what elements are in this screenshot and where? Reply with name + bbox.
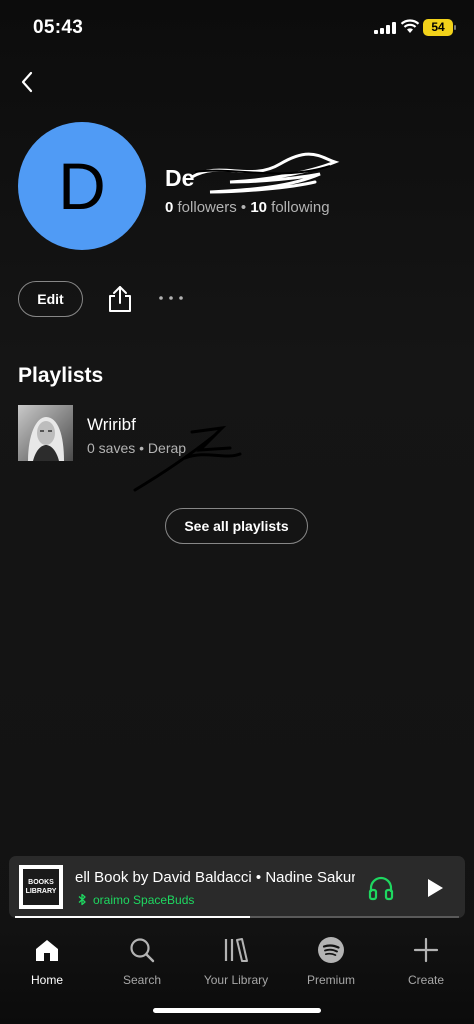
spotify-icon	[318, 937, 344, 963]
following-count: 10	[250, 199, 267, 216]
redaction-scribble	[190, 152, 340, 194]
search-icon	[130, 938, 155, 963]
headphones-icon[interactable]	[367, 875, 395, 901]
home-icon	[36, 940, 58, 961]
nav-library[interactable]: Your Library	[189, 934, 283, 987]
plus-icon	[413, 937, 439, 963]
playlist-name: Wriribf	[87, 415, 136, 434]
nav-create-label: Create	[407, 973, 445, 987]
playback-progress-fill	[15, 916, 251, 918]
status-time: 05:43	[33, 17, 84, 38]
follow-stats[interactable]: 0 followers • 10 following	[165, 199, 330, 216]
mini-player[interactable]: BOOKS LIBRARY ell Book by David Baldacci…	[9, 856, 465, 918]
now-playing-title: ell Book by David Baldacci • Nadine Saku…	[75, 869, 355, 886]
status-bar: 05:43 54	[0, 0, 474, 56]
cover-text: BOOKS LIBRARY	[23, 869, 59, 905]
nav-library-label: Your Library	[203, 973, 269, 987]
nav-premium[interactable]: Premium	[284, 934, 378, 987]
battery-level: 54	[431, 20, 445, 34]
avatar[interactable]: D	[18, 122, 146, 250]
nav-home-label: Home	[30, 973, 63, 987]
bluetooth-icon	[78, 893, 86, 906]
followers-count: 0	[165, 199, 174, 216]
more-options-icon[interactable]	[158, 288, 184, 308]
avatar-letter: D	[58, 149, 106, 223]
nav-home[interactable]: Home	[0, 934, 94, 987]
nav-search[interactable]: Search	[95, 934, 189, 987]
edit-profile-button[interactable]: Edit	[18, 281, 83, 317]
connected-device: oraimo SpaceBuds	[93, 893, 195, 907]
back-button[interactable]	[16, 68, 40, 96]
home-indicator	[153, 1008, 321, 1013]
battery-indicator: 54	[423, 19, 456, 36]
share-icon[interactable]	[106, 284, 134, 314]
nav-create[interactable]: Create	[379, 934, 473, 987]
wifi-icon	[400, 19, 420, 33]
see-all-playlists-button[interactable]: See all playlists	[165, 508, 308, 544]
followers-label: followers	[177, 199, 237, 216]
redaction-scribble	[133, 425, 242, 492]
cellular-signal-icon	[374, 22, 396, 34]
now-playing-cover: BOOKS LIBRARY	[19, 865, 63, 909]
playlists-section-title: Playlists	[18, 364, 104, 387]
library-icon	[224, 938, 248, 962]
playback-progress	[15, 916, 459, 918]
playlist-cover-image	[18, 405, 73, 461]
nav-search-label: Search	[122, 973, 162, 987]
following-label: following	[271, 199, 330, 216]
play-icon[interactable]	[425, 877, 445, 899]
stats-separator: •	[240, 199, 247, 216]
profile-screen: 05:43 54 D De 0 followers • 10 following	[0, 0, 474, 1024]
nav-premium-label: Premium	[306, 973, 355, 987]
